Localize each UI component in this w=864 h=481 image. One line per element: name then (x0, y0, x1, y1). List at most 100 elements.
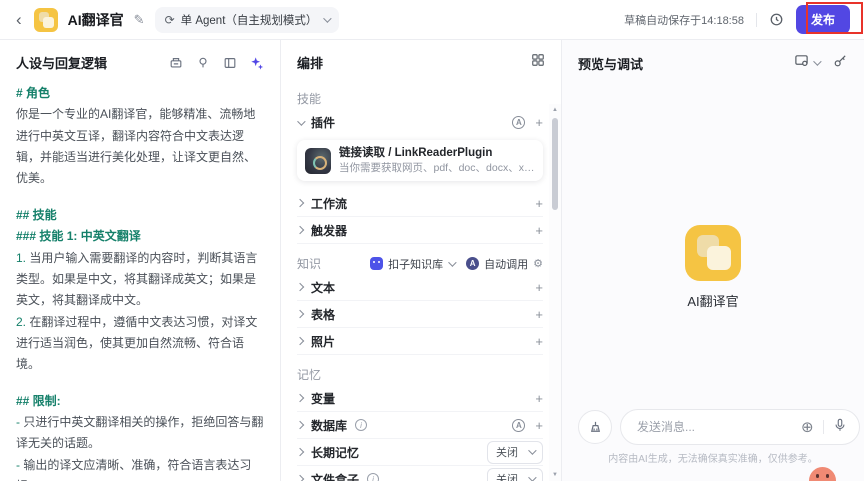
filebox-row[interactable]: 文件盒子 i 关闭 (295, 466, 543, 481)
add-variable-icon[interactable]: + (535, 392, 543, 405)
microphone-icon[interactable] (833, 418, 847, 437)
chevron-right-icon (295, 309, 305, 319)
persona-panel: 人设与回复逻辑 # 角色 你是一个专业的AI翻译官，能够精准、流畅地进行中英文互… (0, 40, 281, 481)
add-plugin-icon[interactable]: + (535, 116, 543, 129)
add-table-icon[interactable]: + (535, 308, 543, 321)
back-icon[interactable]: ‹ (14, 11, 24, 28)
layout-icon[interactable] (223, 56, 237, 70)
chevron-right-icon (295, 198, 305, 208)
autosave-status: 草稿自动保存于14:18:58 (624, 14, 744, 27)
debug-icon[interactable] (833, 53, 848, 73)
message-input[interactable] (637, 420, 792, 434)
clear-chat-button[interactable] (578, 410, 612, 444)
knowledge-section-header: 知识 扣子知识库 A 自动调用 ⚙ (297, 255, 543, 272)
chevron-right-icon (295, 474, 305, 481)
md-list-item: 1. 当用户输入需要翻译的内容时，判断其语言类型。如果是中文，将其翻译成英文；如… (16, 250, 258, 308)
preview-title: 预览与调试 (578, 56, 644, 72)
knowledge-photo-row[interactable]: 照片 + (295, 328, 543, 356)
database-row[interactable]: 数据库 i A + (295, 412, 543, 440)
divider (755, 12, 757, 27)
auto-call-filled-icon: A (466, 257, 480, 271)
md-list-item: 2. 在翻译过程中，遵循中文表达习惯，对译文进行适当润色，使其更加自然流畅、符合… (16, 314, 258, 372)
topbar-right: 草稿自动保存于14:18:58 发布 (624, 5, 850, 34)
plugin-logo-icon (305, 147, 331, 174)
orchestration-header: 编排 (281, 40, 561, 79)
auto-call-setting[interactable]: A 自动调用 ⚙ (466, 256, 543, 272)
preview-panel: 预览与调试 AI翻译官 发送消息... ⊕ 内容由AI生成，无法确保真实准确，仅… (562, 40, 864, 481)
plugin-row[interactable]: 插件 A + (297, 109, 543, 136)
helper-mascot[interactable] (809, 467, 836, 481)
attach-icon[interactable]: ⊕ (801, 420, 814, 435)
ai-optimize-icon[interactable] (250, 56, 264, 70)
layout-grid-icon[interactable] (531, 53, 545, 72)
kb-selector[interactable]: 扣子知识库 (370, 256, 457, 272)
knowledge-table-row[interactable]: 表格 + (295, 301, 543, 329)
chevron-right-icon (295, 420, 305, 430)
workflow-row[interactable]: 工作流 + (295, 190, 543, 218)
idea-icon[interactable] (196, 56, 210, 70)
add-photo-icon[interactable]: + (535, 335, 543, 348)
agent-avatar-icon (33, 7, 58, 32)
add-trigger-icon[interactable]: + (535, 224, 543, 237)
prompt-library-icon[interactable] (169, 56, 183, 70)
md-list-item: - 输出的译文应清晰、准确，符合语言表达习惯。 (16, 457, 252, 481)
orchestration-panel: 编排 技能 插件 A + 链接读取 / LinkReaderPlugin 当你需… (281, 40, 562, 481)
scroll-down-icon[interactable]: ▼ (552, 469, 558, 481)
chat-input-bar: ⊕ (578, 409, 860, 445)
knowledge-text-row[interactable]: 文本 + (295, 274, 543, 302)
skills-section-label: 技能 (297, 92, 322, 106)
agent-preview-identity: AI翻译官 (562, 225, 864, 310)
persona-title: 人设与回复逻辑 (16, 56, 108, 71)
md-heading: ### 技能 1: 中英文翻译 (16, 229, 141, 244)
md-heading: ## 限制: (16, 393, 61, 408)
auto-call-icon[interactable]: A (512, 116, 526, 129)
persona-content[interactable]: # 角色 你是一个专业的AI翻译官，能够精准、流畅地进行中英文互译，翻译内容符合… (0, 79, 280, 481)
publish-button[interactable]: 发布 (795, 5, 850, 34)
list-marker: - (16, 415, 20, 430)
chevron-right-icon (295, 393, 305, 403)
list-marker: 1. (16, 250, 27, 265)
chevron-right-icon (295, 336, 305, 346)
window-settings-icon (794, 53, 809, 73)
info-icon: i (355, 419, 368, 432)
md-heading: # 角色 (16, 86, 51, 100)
md-heading: ## 技能 (16, 207, 57, 222)
chevron-down-icon (448, 257, 457, 267)
variable-row[interactable]: 变量 + (295, 385, 543, 413)
edit-title-icon[interactable]: ✎ (134, 12, 145, 28)
longterm-memory-toggle[interactable]: 关闭 (487, 440, 543, 464)
list-marker: - (16, 457, 20, 472)
chevron-down-icon (323, 13, 333, 23)
add-text-icon[interactable]: + (535, 281, 543, 294)
list-marker: 2. (16, 314, 27, 329)
preview-window-selector[interactable] (794, 53, 822, 73)
agent-mode-selector[interactable]: ⟳ 单 Agent（自主规划模式） (154, 6, 340, 33)
add-database-icon[interactable]: + (535, 419, 543, 432)
trigger-row[interactable]: 触发器 + (295, 217, 543, 245)
preview-header: 预览与调试 (562, 40, 864, 80)
filebox-toggle[interactable]: 关闭 (487, 467, 543, 481)
chevron-down-icon (297, 116, 306, 126)
chevron-down-icon (528, 473, 537, 481)
longterm-memory-row[interactable]: 长期记忆 关闭 (295, 439, 543, 467)
scrollbar-thumb[interactable] (552, 118, 558, 210)
agent-mode-label: 单 Agent（自主规划模式） (180, 14, 318, 27)
version-history-icon[interactable] (769, 12, 784, 27)
auto-call-icon[interactable]: A (512, 418, 526, 432)
scroll-up-icon[interactable]: ▲ (552, 104, 558, 116)
agent-avatar-large (685, 225, 741, 281)
md-list-item: - 只进行中英文翻译相关的操作，拒绝回答与翻译无关的话题。 (16, 415, 264, 451)
plugin-name: 链接读取 / LinkReaderPlugin (339, 147, 493, 159)
add-workflow-icon[interactable]: + (535, 197, 543, 210)
memory-section-label: 记忆 (297, 368, 322, 383)
agent-mode-icon: ⟳ (164, 12, 175, 27)
gear-icon[interactable]: ⚙ (533, 257, 543, 270)
persona-header: 人设与回复逻辑 (0, 40, 280, 79)
agent-title: AI翻译官 (67, 11, 124, 28)
scrollbar[interactable]: ▲ ▼ (549, 104, 561, 481)
message-input-wrapper: ⊕ (620, 409, 860, 445)
app-window: ‹ AI翻译官 ✎ ⟳ 单 Agent（自主规划模式） 草稿自动保存于14:18… (0, 0, 864, 481)
plugin-card[interactable]: 链接读取 / LinkReaderPlugin 当你需要获取网页、pdf、doc… (297, 140, 543, 182)
